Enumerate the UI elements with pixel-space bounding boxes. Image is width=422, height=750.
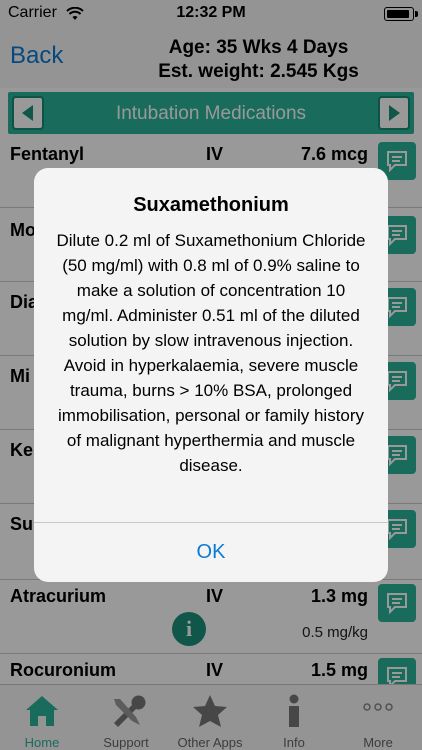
- alert-title: Suxamethonium: [133, 194, 289, 216]
- alert-message: Dilute 0.2 ml of Suxamethonium Chloride …: [56, 231, 366, 475]
- ok-button[interactable]: OK: [34, 522, 388, 582]
- alert-dialog: Suxamethonium Dilute 0.2 ml of Suxametho…: [34, 168, 388, 582]
